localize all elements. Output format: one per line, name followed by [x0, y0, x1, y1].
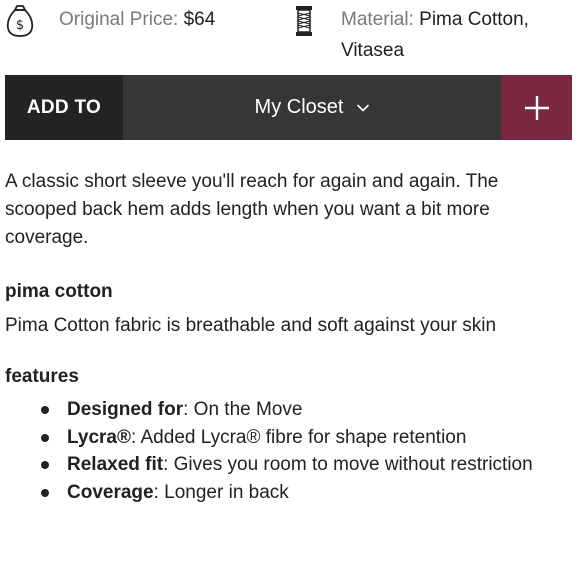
add-button[interactable] [501, 75, 572, 140]
closet-select-value: My Closet [254, 96, 344, 118]
features-list: Designed for: On the Move Lycra®: Added … [5, 396, 575, 506]
feature-key: Lycra® [67, 426, 131, 448]
bullet-icon [41, 433, 49, 442]
feature-item: Coverage: Longer in back [5, 479, 575, 507]
money-bag-icon: $ [6, 5, 34, 37]
svg-text:$: $ [16, 18, 24, 33]
plus-icon [524, 95, 549, 120]
bullet-icon [41, 488, 49, 497]
price-label: Original Price: [59, 9, 179, 30]
thread-spool-icon [296, 6, 312, 36]
feature-key: Designed for [67, 399, 184, 420]
bullet-icon [41, 406, 49, 414]
fabric-title: pima cotton [5, 281, 113, 302]
bullet-icon [41, 461, 49, 469]
product-details-row: $ Original Price: $64 Material: Pima Cot… [0, 0, 580, 75]
feature-item: Relaxed fit: Gives you room to move with… [5, 451, 575, 479]
product-description: A classic short sleeve you'll reach for … [5, 168, 575, 506]
feature-value: : On the Move [183, 399, 303, 420]
feature-key: Relaxed fit [67, 454, 164, 475]
material-label: Material: [341, 9, 414, 30]
feature-value: : Gives you room to move without restric… [163, 454, 533, 475]
feature-key: Coverage [67, 481, 154, 503]
fabric-body: Pima Cotton fabric is breathable and sof… [5, 315, 497, 336]
feature-value: : Added Lycra® fibre for shape retention [131, 426, 467, 448]
description-text: A classic short sleeve you'll reach for … [5, 171, 499, 248]
features-title: features [5, 366, 79, 387]
add-to-closet-bar: ADD TO My Closet [5, 75, 572, 140]
add-to-label: ADD TO [5, 75, 123, 140]
feature-item: Designed for: On the Move [5, 396, 575, 424]
chevron-down-icon [357, 104, 370, 111]
closet-select[interactable]: My Closet [123, 75, 501, 140]
material-value-1: Pima Cotton, [419, 9, 529, 30]
material-value-2: Vitasea [341, 40, 405, 61]
feature-item: Lycra®: Added Lycra® fibre for shape ret… [5, 424, 575, 452]
original-price: Original Price: $64 [59, 4, 215, 35]
price-value: $64 [183, 9, 216, 30]
material-line-1: Material: Pima Cotton, [341, 4, 529, 35]
feature-value: : Longer in back [153, 481, 289, 503]
